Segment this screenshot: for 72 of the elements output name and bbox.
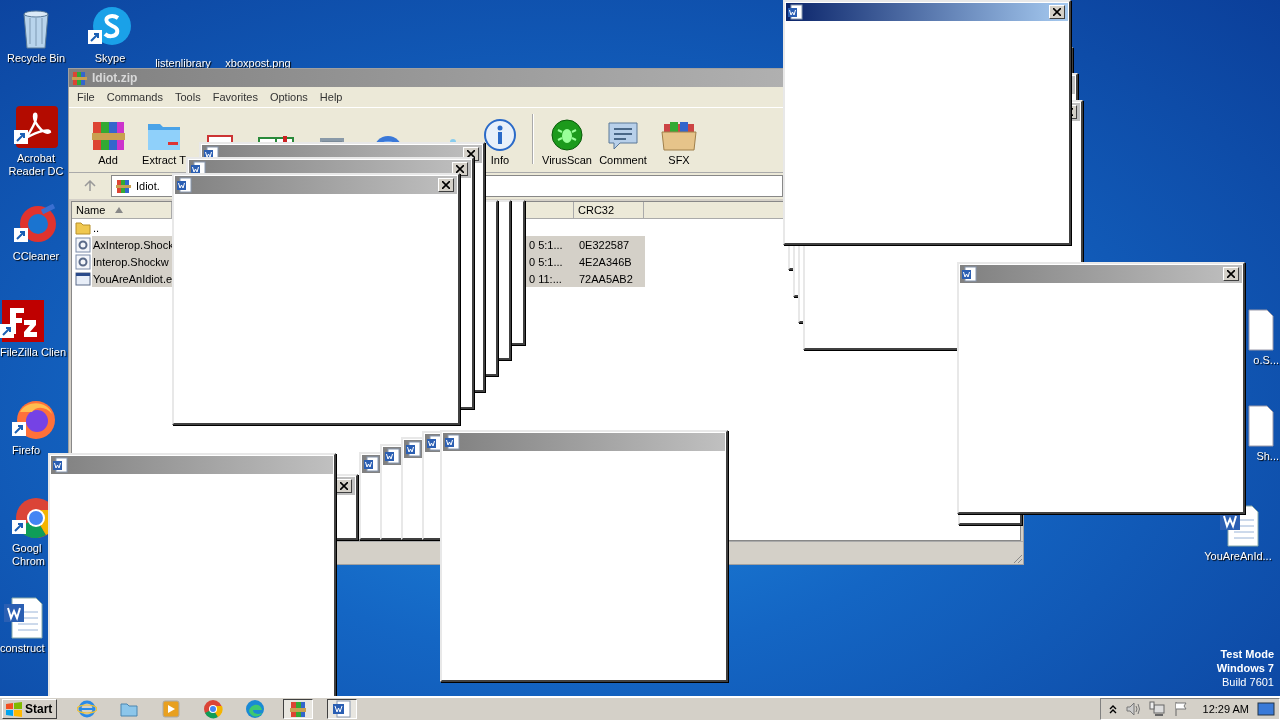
modified-cell: 0 5:1... bbox=[529, 238, 563, 251]
icon-label[interactable]: xboxpost.png bbox=[225, 57, 291, 70]
windows-logo-icon bbox=[5, 701, 23, 717]
bug-scan-icon bbox=[550, 118, 584, 152]
close-button[interactable] bbox=[452, 162, 468, 176]
program-window-icon bbox=[74, 270, 91, 287]
gear-file-icon bbox=[74, 253, 91, 270]
info-icon bbox=[483, 118, 517, 152]
word-document-icon[interactable] bbox=[332, 699, 353, 719]
file-name: YouAreAnIdiot.e bbox=[93, 272, 173, 285]
taskbar-button[interactable] bbox=[327, 699, 358, 719]
menu-item[interactable]: Commands bbox=[100, 91, 169, 103]
network-icon[interactable] bbox=[1148, 701, 1165, 717]
file-name: Interop.Shockw bbox=[93, 255, 169, 268]
icon-label[interactable]: YouAreAnId... bbox=[1204, 550, 1272, 563]
icon-label[interactable]: Acrobat Reader DC bbox=[8, 152, 64, 178]
menu-item[interactable]: Options bbox=[263, 91, 314, 103]
column-header[interactable]: CRC32 bbox=[574, 202, 644, 218]
chevron-up-icon[interactable] bbox=[1108, 704, 1117, 714]
crc-cell: 72AA5AB2 bbox=[579, 272, 633, 285]
document-icon bbox=[788, 4, 804, 20]
crc-cell: 0E322587 bbox=[579, 238, 630, 251]
icon-label[interactable]: construct bbox=[0, 642, 45, 655]
firefox-icon bbox=[12, 398, 56, 442]
menu-item[interactable]: Favorites bbox=[206, 91, 264, 103]
clock[interactable]: 12:29 AM bbox=[1202, 703, 1249, 715]
document-icon bbox=[177, 177, 193, 193]
menu-item[interactable]: Help bbox=[313, 91, 349, 103]
toolbar-button[interactable]: SFX bbox=[651, 114, 707, 166]
toolbar-button[interactable]: Extract T bbox=[136, 114, 192, 166]
icon-label[interactable]: Sh... bbox=[1256, 450, 1279, 463]
archive-books-icon[interactable] bbox=[288, 699, 309, 719]
menu-item[interactable]: File bbox=[71, 91, 101, 103]
document-icon bbox=[445, 434, 461, 450]
flag-icon[interactable] bbox=[1172, 701, 1189, 717]
document-icon bbox=[53, 457, 69, 473]
sort-arrow-icon bbox=[115, 207, 124, 213]
os-watermark-text: Windows 7 bbox=[1216, 661, 1274, 675]
toolbar-button[interactable]: Add bbox=[80, 114, 136, 166]
toolbar-button[interactable]: Comment bbox=[595, 114, 651, 166]
taskbar-button[interactable] bbox=[283, 699, 314, 719]
file-name: .. bbox=[93, 221, 100, 234]
up-arrow-icon[interactable] bbox=[84, 180, 96, 192]
window-title: Idiot.zip bbox=[92, 71, 138, 85]
crc-cell: 4E2A346B bbox=[579, 255, 632, 268]
gear-file-icon bbox=[74, 236, 91, 253]
speaker-icon[interactable] bbox=[1124, 701, 1141, 717]
document-icon bbox=[962, 266, 978, 282]
icon-label[interactable]: Recycle Bin bbox=[6, 52, 66, 65]
archive-books-icon bbox=[72, 70, 88, 86]
toolbar-button[interactable]: VirusScan bbox=[539, 114, 595, 166]
close-button[interactable] bbox=[1049, 5, 1065, 19]
filezilla-icon bbox=[0, 300, 44, 344]
start-button[interactable]: Start bbox=[2, 699, 58, 719]
os-watermark-text: Test Mode bbox=[1220, 647, 1274, 661]
icon-label[interactable]: Firefo bbox=[12, 444, 41, 457]
icon-label[interactable]: CCleaner bbox=[12, 250, 60, 263]
resize-grip-icon bbox=[1011, 552, 1023, 564]
archive-books-icon bbox=[116, 178, 132, 194]
pdf-app-icon bbox=[14, 106, 58, 150]
modified-cell: 0 5:1... bbox=[529, 255, 563, 268]
close-button[interactable] bbox=[1223, 267, 1239, 281]
os-watermark-text: Build 7601 bbox=[1222, 675, 1274, 689]
icon-label[interactable]: listenlibrary bbox=[155, 57, 211, 70]
modified-cell: 0 11:... bbox=[529, 272, 562, 285]
menu-item[interactable]: Tools bbox=[169, 91, 207, 103]
icon-label[interactable]: Googl Chrom bbox=[12, 542, 45, 568]
close-button[interactable] bbox=[438, 178, 454, 192]
file-name: AxInterop.Shock bbox=[93, 238, 174, 251]
icon-label[interactable]: Skype bbox=[94, 52, 126, 65]
icon-label[interactable]: FileZilla Clien bbox=[0, 346, 67, 359]
icon-label[interactable]: o.S... bbox=[1253, 354, 1279, 367]
